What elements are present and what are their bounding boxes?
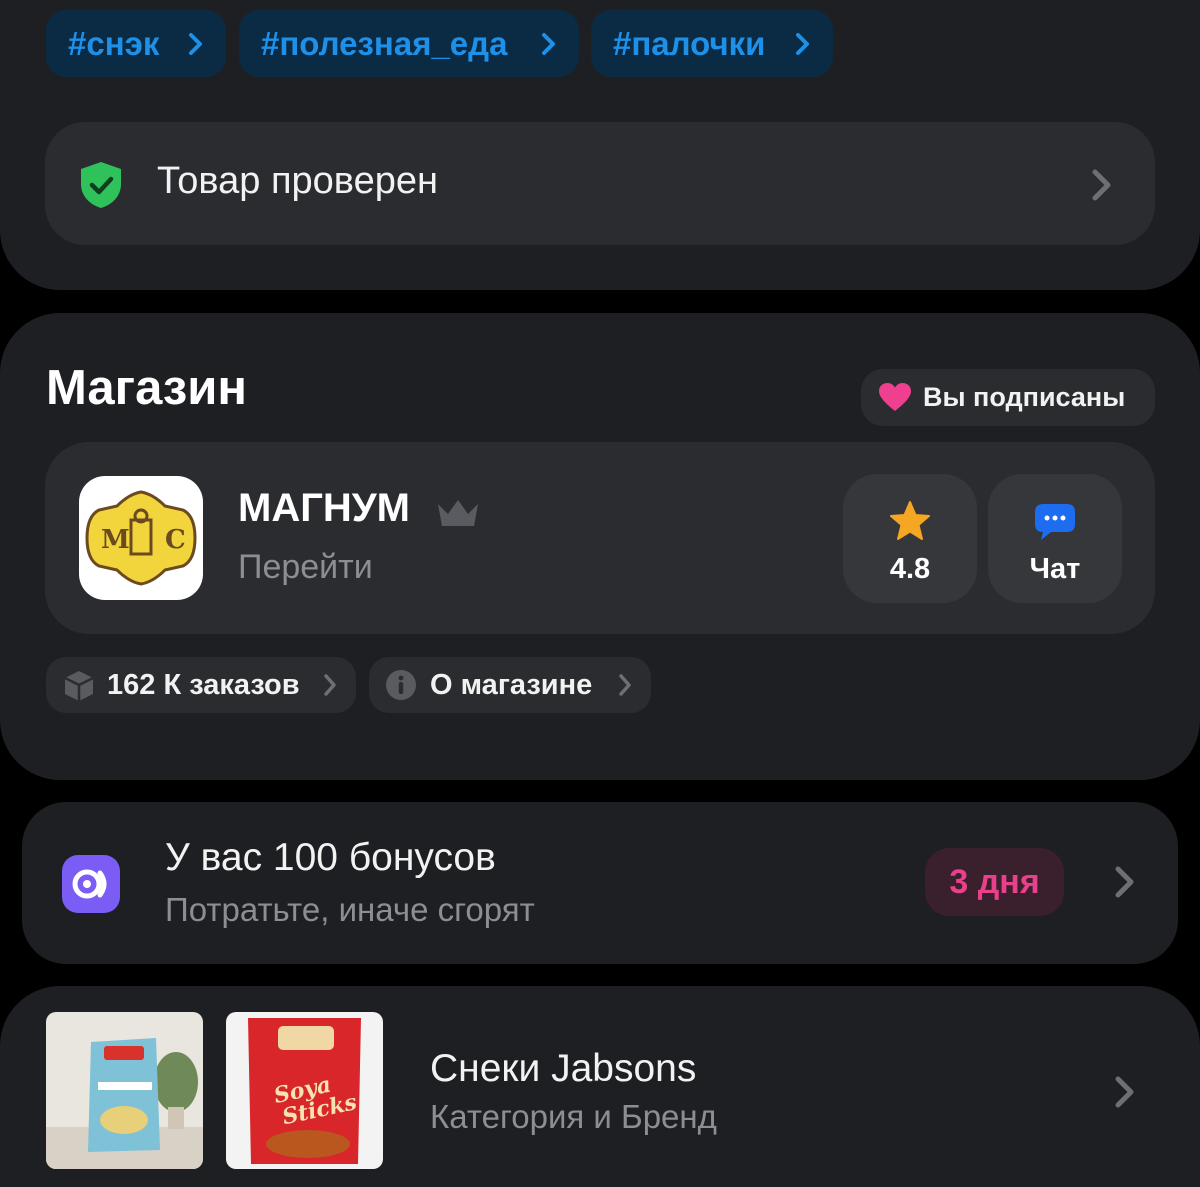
product-thumbnail-banana-chips[interactable] [46, 1012, 203, 1169]
shop-logo-image: M C [85, 490, 197, 586]
bonus-icon [62, 855, 120, 913]
product-thumbnail-soya-sticks[interactable]: Soya Sticks [226, 1012, 383, 1169]
orders-pill[interactable]: 162 К заказов [46, 657, 356, 713]
shop-name[interactable]: МАГНУМ [238, 486, 410, 531]
brand-title: Снеки Jabsons [430, 1047, 697, 1090]
about-shop-pill[interactable]: О магазине [369, 657, 651, 713]
section-title: Магазин [46, 361, 248, 415]
chat-label: Чат [1029, 553, 1081, 585]
info-icon [386, 670, 416, 700]
go-to-shop-link[interactable]: Перейти [238, 548, 373, 587]
bonus-title: У вас 100 бонусов [165, 836, 496, 879]
svg-text:M: M [101, 525, 130, 555]
chat-bubble-icon [1035, 504, 1075, 540]
chevron-right-icon [542, 33, 555, 55]
chat-button[interactable]: Чат [988, 474, 1122, 603]
about-shop-label: О магазине [430, 668, 593, 701]
shield-check-icon [81, 162, 121, 208]
crown-icon [438, 500, 478, 526]
chevron-right-icon [189, 33, 202, 55]
tag-snack[interactable]: #снэк [46, 10, 226, 77]
tag-label: #полезная_еда [261, 24, 508, 62]
tag-label: #снэк [68, 24, 160, 62]
chevron-right-icon [796, 33, 809, 55]
heart-icon [879, 383, 911, 411]
subscribed-button[interactable]: Вы подписаны [861, 369, 1155, 426]
tag-sticks[interactable]: #палочки [591, 10, 833, 77]
chevron-right-icon [324, 674, 336, 696]
tag-label: #палочки [613, 24, 766, 62]
star-icon [890, 501, 930, 540]
chevron-right-icon [1115, 866, 1134, 898]
subscribed-label: Вы подписаны [923, 382, 1126, 412]
svg-text:C: C [165, 525, 186, 555]
rating-button[interactable]: 4.8 [843, 474, 977, 603]
orders-label: 162 К заказов [107, 668, 300, 701]
chevron-right-icon [1092, 169, 1111, 201]
brand-subtitle: Категория и Бренд [430, 1098, 717, 1135]
verified-label: Товар проверен [157, 160, 438, 202]
shop-logo[interactable]: M C [79, 476, 203, 600]
chevron-right-icon [1115, 1076, 1134, 1108]
expiry-badge: 3 дня [925, 848, 1064, 916]
rating-value: 4.8 [889, 553, 931, 585]
tag-healthy-food[interactable]: #полезная_еда [239, 10, 579, 77]
box-icon [64, 671, 94, 701]
chevron-right-icon [619, 674, 631, 696]
product-verified-row[interactable]: Товар проверен [45, 122, 1155, 245]
bonus-subtitle: Потратьте, иначе сгорят [165, 891, 535, 928]
